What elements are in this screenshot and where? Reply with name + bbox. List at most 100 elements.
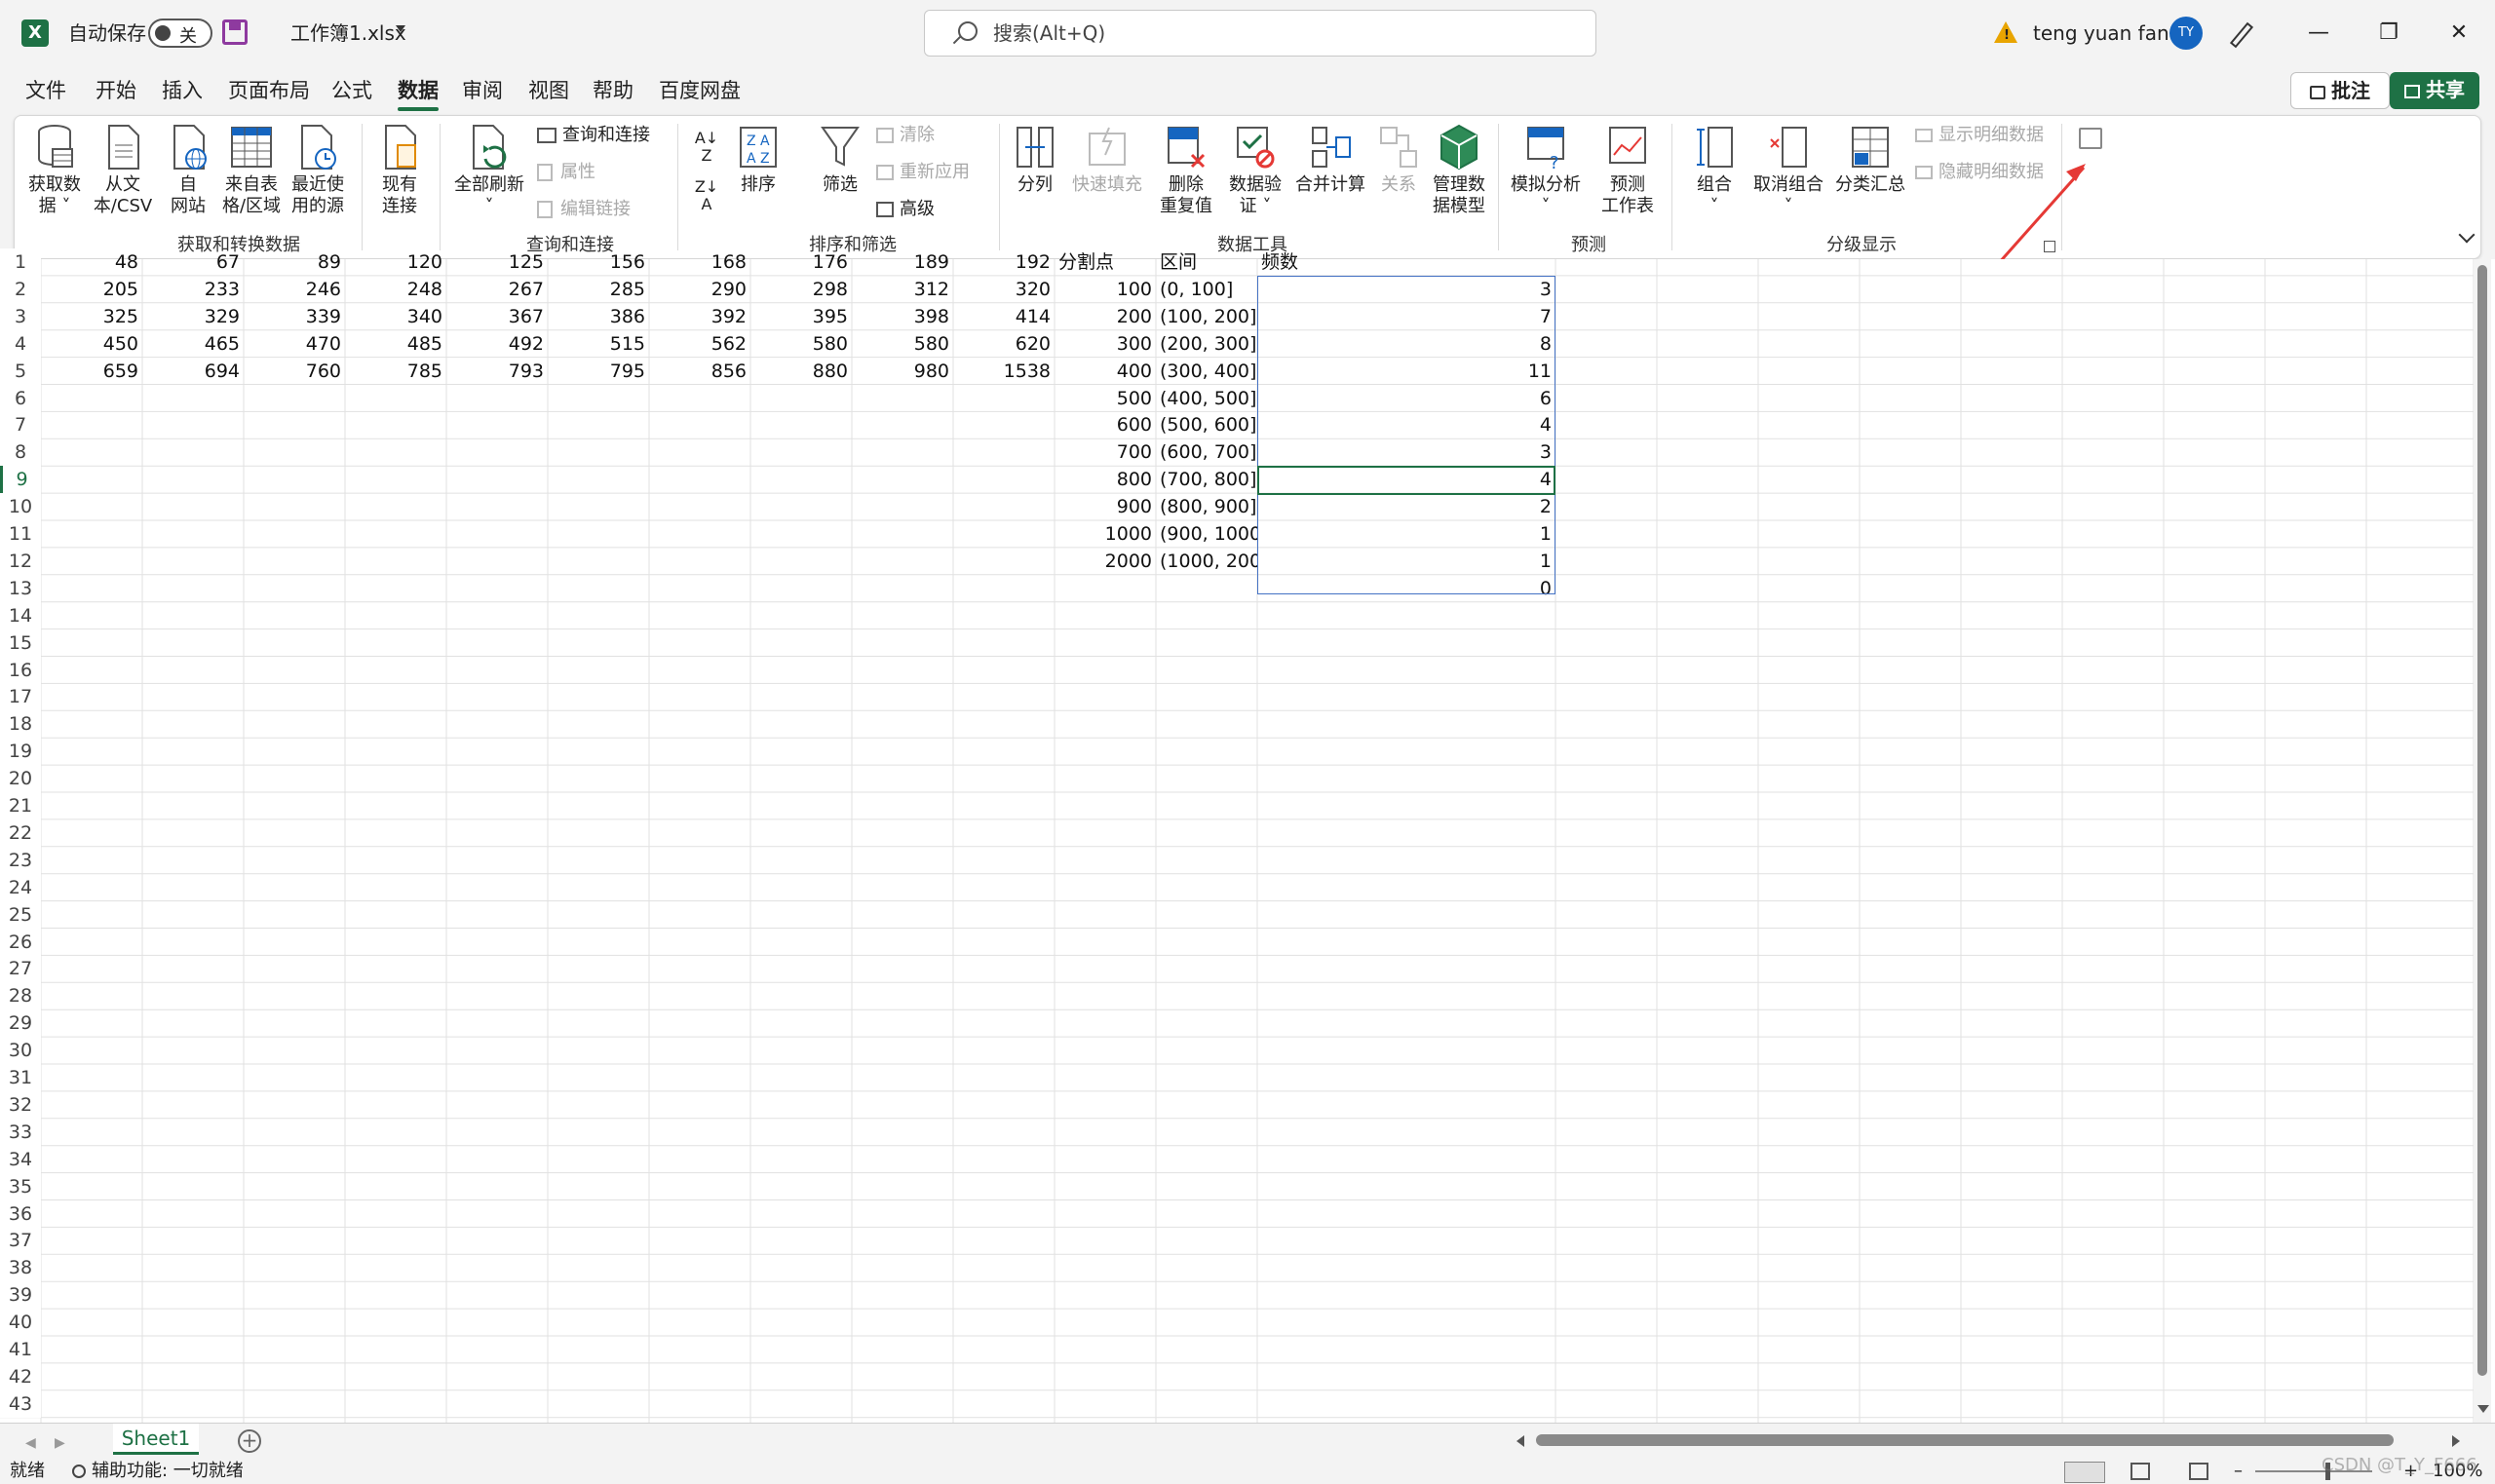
data-cell[interactable]: 267 bbox=[446, 276, 548, 303]
page-break-view-icon[interactable] bbox=[2189, 1463, 2208, 1480]
edit-links-button[interactable]: 编辑链接 bbox=[537, 198, 631, 221]
text-to-columns-button[interactable]: 分列 bbox=[1011, 124, 1059, 196]
h-scrollbar-thumb[interactable] bbox=[1536, 1434, 2394, 1446]
row-header[interactable]: 20 bbox=[0, 765, 41, 793]
row-header[interactable]: 5 bbox=[0, 357, 41, 385]
data-cell[interactable]: 248 bbox=[345, 276, 446, 303]
data-cell[interactable]: 395 bbox=[750, 303, 852, 330]
restore-button[interactable]: ❐ bbox=[2355, 0, 2423, 66]
row-header[interactable]: 16 bbox=[0, 656, 41, 684]
vertical-scrollbar[interactable] bbox=[2474, 259, 2491, 1423]
from-web-button[interactable]: 自 网站 bbox=[159, 124, 217, 217]
data-cell[interactable]: 67 bbox=[142, 248, 244, 276]
data-cell[interactable]: 1538 bbox=[953, 358, 1055, 385]
data-cell[interactable]: 290 bbox=[649, 276, 750, 303]
data-cell[interactable]: 189 bbox=[852, 248, 953, 276]
sort-az-button[interactable]: A↓ Z bbox=[689, 130, 724, 165]
row-header[interactable]: 11 bbox=[0, 520, 41, 548]
split-point-cell[interactable]: 400 bbox=[1055, 358, 1156, 385]
row-header[interactable]: 26 bbox=[0, 928, 41, 956]
data-cell[interactable]: 168 bbox=[649, 248, 750, 276]
data-validation-button[interactable]: 数据验 证 ˅ bbox=[1223, 124, 1287, 217]
data-cell[interactable]: 176 bbox=[750, 248, 852, 276]
header-cell[interactable]: 频数 bbox=[1257, 248, 1555, 276]
menu-view[interactable]: 视图 bbox=[528, 76, 569, 105]
data-cell[interactable]: 450 bbox=[41, 330, 142, 358]
data-cell[interactable]: 340 bbox=[345, 303, 446, 330]
interval-cell[interactable]: (0, 100] bbox=[1156, 276, 1257, 303]
interval-cell[interactable]: (800, 900] bbox=[1156, 493, 1257, 520]
group-button[interactable]: 组合 ˅ bbox=[1685, 124, 1744, 217]
data-cell[interactable]: 398 bbox=[852, 303, 953, 330]
row-header[interactable]: 29 bbox=[0, 1009, 41, 1038]
interval-cell[interactable]: (600, 700] bbox=[1156, 438, 1257, 466]
interval-cell[interactable]: (900, 1000 bbox=[1156, 520, 1257, 548]
queries-connections-button[interactable]: 查询和连接 bbox=[537, 124, 650, 147]
clear-filter-button[interactable]: 清除 bbox=[876, 124, 935, 147]
data-cell[interactable]: 562 bbox=[649, 330, 750, 358]
data-cell[interactable]: 880 bbox=[750, 358, 852, 385]
data-cell[interactable]: 192 bbox=[953, 248, 1055, 276]
row-header[interactable]: 33 bbox=[0, 1118, 41, 1146]
menu-formulas[interactable]: 公式 bbox=[331, 76, 372, 105]
menu-page-layout[interactable]: 页面布局 bbox=[228, 76, 310, 105]
row-header[interactable]: 21 bbox=[0, 792, 41, 819]
row-header[interactable]: 41 bbox=[0, 1336, 41, 1363]
row-header[interactable]: 14 bbox=[0, 601, 41, 629]
row-header[interactable]: 22 bbox=[0, 818, 41, 847]
row-header[interactable]: 35 bbox=[0, 1172, 41, 1200]
menu-data[interactable]: 数据 bbox=[398, 76, 439, 111]
remove-duplicates-button[interactable]: 删除 重复值 bbox=[1155, 124, 1217, 217]
row-header[interactable]: 42 bbox=[0, 1362, 41, 1390]
data-cell[interactable]: 760 bbox=[244, 358, 345, 385]
data-cell[interactable]: 856 bbox=[649, 358, 750, 385]
next-sheet-icon[interactable]: ▶ bbox=[55, 1435, 65, 1451]
existing-connections-button[interactable]: 现有 连接 bbox=[371, 124, 428, 217]
search-box[interactable]: 搜索(Alt+Q) bbox=[924, 10, 1596, 57]
row-header[interactable]: 25 bbox=[0, 900, 41, 929]
row-header[interactable]: 30 bbox=[0, 1037, 41, 1065]
show-detail-button[interactable]: 显示明细数据 bbox=[1915, 124, 2044, 147]
row-header[interactable]: 12 bbox=[0, 547, 41, 575]
menu-insert[interactable]: 插入 bbox=[162, 76, 203, 105]
split-point-cell[interactable]: 300 bbox=[1055, 330, 1156, 358]
split-point-cell[interactable]: 2000 bbox=[1055, 548, 1156, 575]
split-point-cell[interactable]: 100 bbox=[1055, 276, 1156, 303]
consolidate-button[interactable]: 合并计算 bbox=[1291, 124, 1369, 196]
split-point-cell[interactable]: 500 bbox=[1055, 385, 1156, 412]
data-cell[interactable]: 320 bbox=[953, 276, 1055, 303]
forecast-sheet-button[interactable]: 预测 工作表 bbox=[1595, 124, 1660, 217]
row-header[interactable]: 4 bbox=[0, 329, 41, 358]
interval-cell[interactable]: (100, 200] bbox=[1156, 303, 1257, 330]
interval-cell[interactable]: (500, 600] bbox=[1156, 411, 1257, 438]
data-cell[interactable]: 392 bbox=[649, 303, 750, 330]
menu-help[interactable]: 帮助 bbox=[593, 76, 633, 105]
row-header[interactable]: 17 bbox=[0, 683, 41, 711]
data-cell[interactable]: 48 bbox=[41, 248, 142, 276]
data-cell[interactable]: 580 bbox=[852, 330, 953, 358]
comments-button[interactable]: 批注 bbox=[2290, 72, 2390, 109]
share-button[interactable]: 共享 bbox=[2390, 72, 2479, 109]
row-header[interactable]: 13 bbox=[0, 574, 41, 602]
data-cell[interactable]: 980 bbox=[852, 358, 953, 385]
data-cell[interactable]: 325 bbox=[41, 303, 142, 330]
data-cell[interactable]: 89 bbox=[244, 248, 345, 276]
data-cell[interactable]: 580 bbox=[750, 330, 852, 358]
data-cell[interactable]: 120 bbox=[345, 248, 446, 276]
sort-za-button[interactable]: Z↓ A bbox=[689, 178, 724, 213]
file-name[interactable]: 工作簿1.xlsx bbox=[290, 0, 406, 66]
row-header[interactable]: 40 bbox=[0, 1309, 41, 1337]
recent-sources-button[interactable]: 最近使 用的源 bbox=[286, 124, 350, 217]
page-layout-view-icon[interactable] bbox=[2130, 1463, 2150, 1480]
row-header[interactable]: 15 bbox=[0, 628, 41, 657]
row-header[interactable]: 2 bbox=[0, 275, 41, 303]
menu-file[interactable]: 文件 bbox=[25, 76, 66, 105]
data-cell[interactable]: 492 bbox=[446, 330, 548, 358]
what-if-analysis-button[interactable]: ? 模拟分析 ˅ bbox=[1506, 124, 1586, 217]
scrollbar-thumb[interactable] bbox=[2477, 265, 2487, 1376]
sort-button[interactable]: ZAAZ 排序 bbox=[732, 124, 785, 196]
split-point-cell[interactable]: 700 bbox=[1055, 438, 1156, 466]
worksheet-grid[interactable]: 1 2 3 4 5 6 7 8 9 10 11 12 13 14 15 16 17 18 19 20 21 22 23 24 2… bbox=[0, 248, 2495, 1423]
data-cell[interactable]: 329 bbox=[142, 303, 244, 330]
refresh-all-button[interactable]: 全部刷新 ˅ bbox=[451, 124, 527, 217]
